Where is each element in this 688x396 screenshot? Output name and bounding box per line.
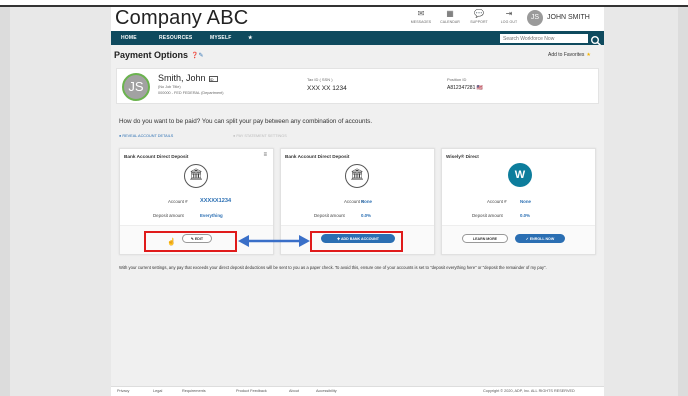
- enroll-now-button[interactable]: ✓ ENROLL NOW: [515, 234, 565, 243]
- id-card-icon[interactable]: ID: [208, 75, 218, 82]
- card-title: Bank Account Direct Deposit: [285, 154, 350, 159]
- account-number-label: Account #: [168, 199, 188, 204]
- nav-resources[interactable]: RESOURCES: [159, 35, 192, 41]
- account-number-value: None: [520, 199, 531, 204]
- favorite-star-icon: ★: [586, 52, 591, 58]
- logout-icon: ⇥: [505, 9, 513, 18]
- page-title: Payment Options: [114, 50, 189, 60]
- edit-highlight-box: [144, 231, 237, 252]
- deposit-amount-value: Everything: [200, 213, 223, 218]
- app-window: Company ABC ✉ MESSAGES ▦ CALENDAR 💬 SUPP…: [111, 7, 604, 396]
- left-margin-inner: [10, 7, 111, 396]
- card-footer: LEARN MORE ✓ ENROLL NOW: [442, 225, 595, 254]
- add-to-favorites-link[interactable]: Add to Favorites ★: [548, 52, 591, 58]
- card-title: Bank Account Direct Deposit: [124, 154, 189, 159]
- tax-id-label: Tax ID ( SSN ): [307, 77, 333, 82]
- paper-check-notice: With your current settings, any pay that…: [119, 265, 547, 270]
- employee-name: Smith, John: [158, 73, 206, 83]
- footer-accessibility-link[interactable]: Accessibility: [316, 389, 337, 393]
- footer-legal-link[interactable]: Legal: [153, 389, 162, 393]
- double-arrow-icon: [238, 235, 310, 247]
- calendar-icon: ▦: [446, 9, 454, 18]
- deposit-amount-label: Deposit amount: [472, 213, 503, 218]
- account-number-label: Account #: [487, 199, 507, 204]
- position-id-row: A812347281 🇺🇸: [447, 85, 483, 91]
- add-to-favorites-label: Add to Favorites: [548, 52, 585, 58]
- add-account-highlight-box: [310, 231, 403, 252]
- nav-home[interactable]: HOME: [121, 35, 137, 41]
- position-id-label: Position ID: [447, 77, 467, 82]
- search-button[interactable]: [590, 33, 602, 46]
- reveal-account-details-link[interactable]: ● REVEAL ACCOUNT DETAILS: [119, 134, 173, 138]
- wisely-logo-icon: W: [508, 163, 532, 187]
- deposit-amount-value: 0.0%: [520, 213, 531, 218]
- user-avatar[interactable]: JS: [527, 10, 543, 26]
- learn-more-button[interactable]: LEARN MORE: [462, 234, 508, 243]
- footer-about-link[interactable]: About: [289, 389, 299, 393]
- main-nav: HOME RESOURCES MYSELF ★: [111, 31, 604, 46]
- footer-feedback-link[interactable]: Product Feedback: [236, 389, 267, 393]
- employee-profile-card: JS Smith, John ID (No Job Title) 000000 -…: [116, 68, 599, 104]
- tax-id-value: XXX XX 1234: [307, 85, 347, 92]
- messages-button[interactable]: ✉ MESSAGES: [408, 9, 434, 25]
- search-input[interactable]: [500, 34, 588, 43]
- calendar-label: CALENDAR: [440, 20, 460, 24]
- messages-icon: ✉: [417, 9, 425, 18]
- position-id-value: A812347281: [447, 85, 476, 91]
- wisely-direct-card: Wisely® Direct W Account # None Deposit …: [441, 148, 596, 255]
- nav-favorites-star[interactable]: ★: [248, 35, 253, 41]
- deposit-amount-value: 0.0%: [361, 213, 372, 218]
- card-menu-icon[interactable]: ≡: [263, 152, 267, 158]
- account-number-value: XXXXX1234: [200, 198, 232, 204]
- main-content: Payment Options ❓✎ Add to Favorites ★ JS …: [111, 45, 604, 386]
- payment-question: How do you want to be paid? You can spli…: [119, 118, 373, 125]
- support-icon: 💬: [474, 9, 484, 18]
- footer-privacy-link[interactable]: Privacy: [117, 389, 129, 393]
- help-edit-icons[interactable]: ❓✎: [191, 52, 204, 59]
- deposit-amount-label: Deposit amount: [153, 213, 184, 218]
- employee-name-row: Smith, John ID: [158, 73, 218, 83]
- copyright-text: Copyright © 2020, ADP, Inc. ALL RIGHTS R…: [483, 389, 575, 393]
- messages-label: MESSAGES: [410, 20, 432, 24]
- pay-statement-settings-link[interactable]: ● PAY STATEMENT SETTINGS: [233, 134, 287, 138]
- user-name[interactable]: JOHN SMITH: [547, 14, 590, 21]
- page-footer: Privacy Legal Requirements Product Feedb…: [111, 386, 604, 396]
- account-number-value: None: [361, 199, 372, 204]
- calendar-button[interactable]: ▦ CALENDAR: [437, 9, 463, 25]
- right-margin-inner: [604, 7, 678, 396]
- bank-icon: 🏛: [184, 164, 208, 188]
- support-label: SUPPORT: [470, 20, 488, 24]
- deposit-amount-label: Deposit amount: [314, 213, 345, 218]
- support-button[interactable]: 💬 SUPPORT: [466, 9, 492, 25]
- bank-icon: 🏛: [345, 164, 369, 188]
- logout-label: LOG OUT: [500, 20, 518, 24]
- footer-requirements-link[interactable]: Requirements: [182, 389, 206, 393]
- job-title: (No Job Title): [158, 85, 181, 89]
- us-flag-icon: 🇺🇸: [476, 85, 483, 91]
- hand-cursor-icon: ☝: [167, 239, 176, 246]
- department: 000000 - FED FEDERAL (Department): [158, 91, 224, 95]
- app-header: Company ABC ✉ MESSAGES ▦ CALENDAR 💬 SUPP…: [111, 7, 604, 31]
- company-logo-text: Company ABC: [115, 7, 249, 29]
- logout-button[interactable]: ⇥ LOG OUT: [496, 9, 522, 25]
- employee-avatar: JS: [122, 73, 150, 101]
- card-title: Wisely® Direct: [446, 154, 479, 159]
- nav-myself[interactable]: MYSELF: [210, 35, 231, 41]
